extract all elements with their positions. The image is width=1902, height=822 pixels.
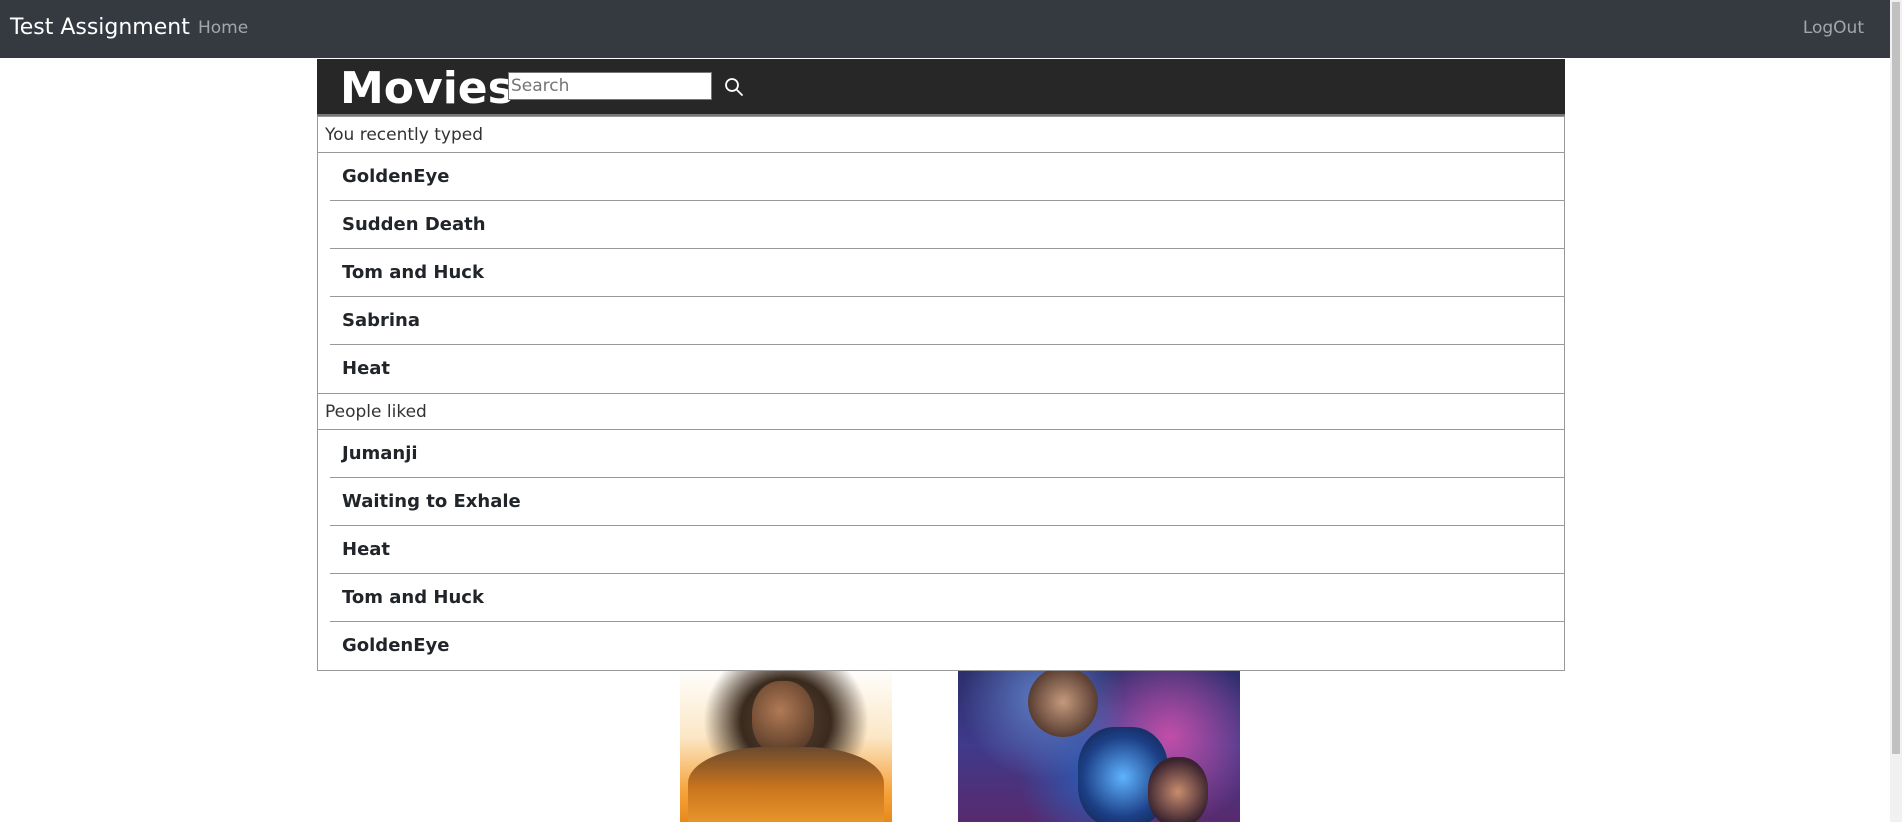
suggestion-item[interactable]: Sudden Death — [330, 201, 1564, 249]
nav-home-link[interactable]: Home — [198, 17, 248, 39]
poster-figure — [1028, 667, 1098, 737]
recent-section-header: You recently typed — [318, 116, 1564, 153]
suggestion-item[interactable]: Tom and Huck — [330, 574, 1564, 622]
top-navbar: Test Assignment Home LogOut — [0, 0, 1890, 58]
nav-logout-link[interactable]: LogOut — [1803, 17, 1864, 39]
movie-poster[interactable] — [958, 667, 1240, 822]
suggestion-item[interactable]: Jumanji — [330, 430, 1564, 478]
suggestion-item[interactable]: GoldenEye — [330, 153, 1564, 201]
liked-section-header: People liked — [318, 393, 1564, 430]
search-button[interactable] — [721, 74, 747, 100]
movies-header: Movies — [317, 59, 1565, 116]
page-scrollbar[interactable] — [1890, 0, 1902, 822]
suggestion-item[interactable]: Waiting to Exhale — [330, 478, 1564, 526]
movie-poster[interactable] — [680, 667, 892, 822]
brand-link[interactable]: Test Assignment — [10, 14, 190, 42]
poster-figure — [1148, 757, 1208, 822]
suggestion-item[interactable]: Heat — [330, 526, 1564, 574]
scrollbar-thumb[interactable] — [1892, 2, 1900, 754]
suggestion-item[interactable]: Tom and Huck — [330, 249, 1564, 297]
search-icon — [725, 78, 743, 96]
suggestion-item[interactable]: Sabrina — [330, 297, 1564, 345]
poster-figure — [752, 681, 814, 755]
page-title: Movies — [340, 63, 514, 114]
suggestion-item[interactable]: Heat — [330, 345, 1564, 393]
search-suggestions-dropdown: You recently typed GoldenEye Sudden Deat… — [317, 116, 1565, 671]
poster-figure — [688, 747, 884, 822]
suggestion-item[interactable]: GoldenEye — [330, 622, 1564, 670]
search-input[interactable] — [508, 72, 712, 100]
